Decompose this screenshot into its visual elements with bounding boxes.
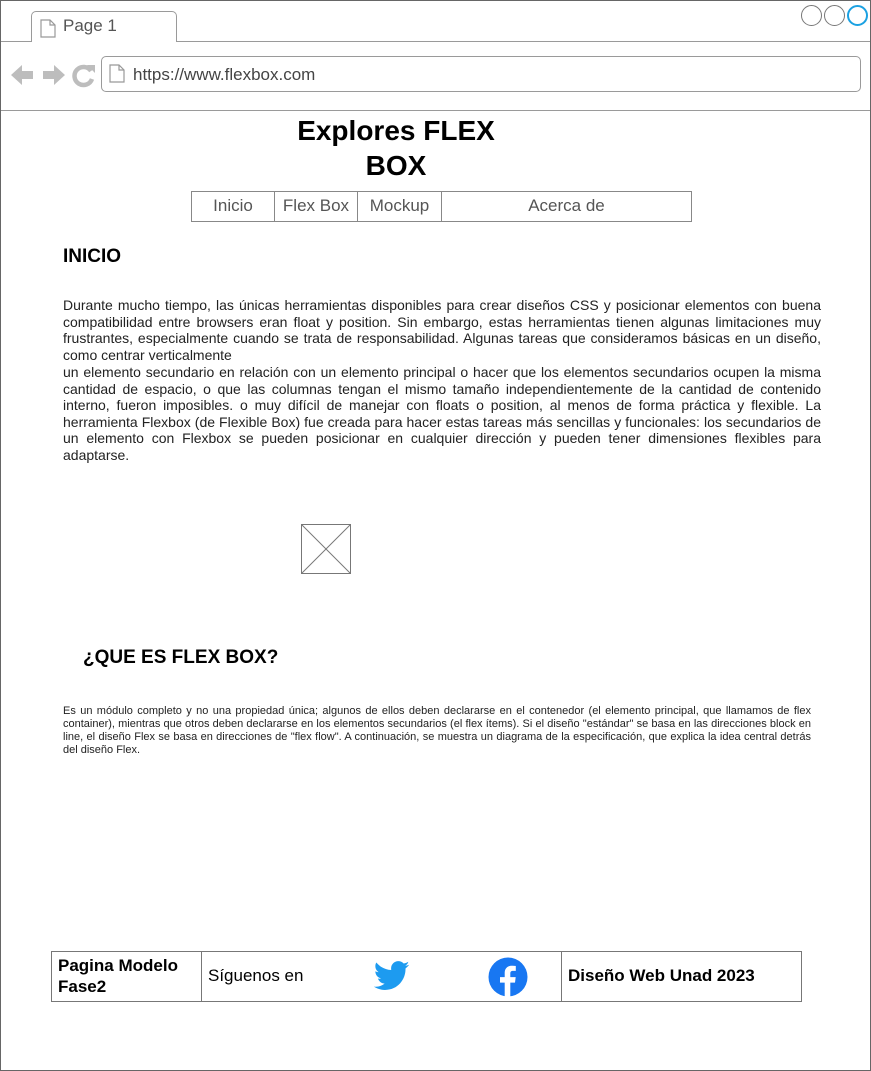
- inicio-paragraph-1: Durante mucho tiempo, las únicas herrami…: [63, 297, 821, 363]
- footer-page-model-line-2: Fase2: [58, 977, 107, 996]
- maximize-button[interactable]: [824, 5, 845, 26]
- footer: Pagina Modelo Fase2 Síguenos en Diseño W…: [51, 951, 802, 1002]
- inicio-paragraph-2: un elemento secundario en relación con u…: [63, 364, 821, 463]
- forward-arrow-icon[interactable]: [43, 65, 65, 85]
- title-line-2: BOX: [365, 150, 427, 181]
- menu-item-mockup[interactable]: Mockup: [358, 192, 442, 221]
- tab-label: Page 1: [63, 16, 117, 35]
- minimize-button[interactable]: [801, 5, 822, 26]
- footer-page-model-line-1: Pagina Modelo: [58, 956, 178, 975]
- que-es-heading: ¿QUE ES FLEX BOX?: [83, 647, 279, 668]
- back-arrow-icon[interactable]: [11, 65, 33, 85]
- url-text[interactable]: https://www.flexbox.com: [133, 65, 315, 85]
- menu-item-acerca-de[interactable]: Acerca de: [442, 192, 691, 221]
- close-button[interactable]: [847, 5, 868, 26]
- browser-tab[interactable]: Page 1: [31, 11, 177, 42]
- main-menu: Inicio Flex Box Mockup Acerca de: [191, 191, 692, 222]
- image-placeholder: [301, 524, 351, 574]
- inicio-heading: INICIO: [63, 246, 122, 267]
- facebook-icon[interactable]: [488, 957, 528, 1002]
- nav-buttons: [11, 62, 95, 93]
- page-icon: [40, 19, 56, 43]
- window-controls: [801, 5, 868, 26]
- follow-label: Síguenos en: [208, 966, 304, 985]
- menu-item-inicio[interactable]: Inicio: [192, 192, 275, 221]
- que-es-paragraph: Es un módulo completo y no una propiedad…: [63, 705, 811, 756]
- menu-item-flex-box[interactable]: Flex Box: [275, 192, 358, 221]
- navigation-bar: https://www.flexbox.com: [1, 42, 870, 111]
- address-bar[interactable]: https://www.flexbox.com: [101, 56, 861, 92]
- footer-credit: Diseño Web Unad 2023: [568, 966, 755, 985]
- page-icon: [109, 64, 125, 88]
- tab-bar: Page 1: [1, 1, 870, 42]
- twitter-icon[interactable]: [373, 961, 410, 996]
- site-title: Explores FLEX BOX: [291, 113, 501, 183]
- footer-page-model: Pagina Modelo Fase2: [52, 952, 202, 1001]
- title-line-1: Explores FLEX: [297, 115, 495, 146]
- footer-social: Síguenos en: [202, 952, 562, 1001]
- browser-window: Page 1 https://www.flexbox.com Explores …: [0, 0, 871, 1071]
- reload-icon[interactable]: [72, 64, 95, 88]
